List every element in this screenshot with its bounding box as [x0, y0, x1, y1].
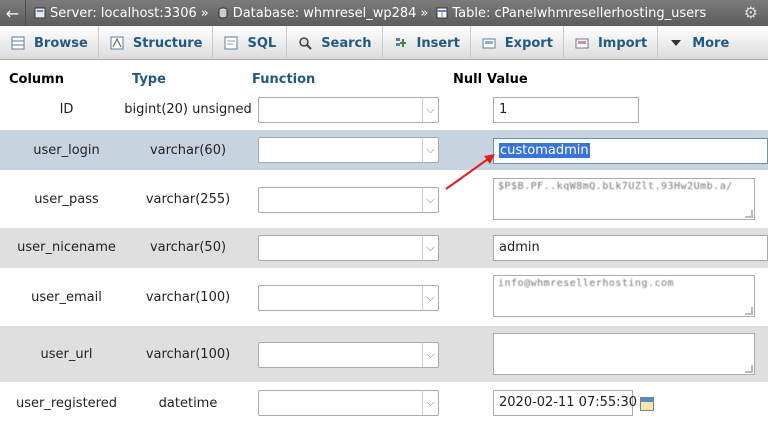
column-name: user_url [40, 347, 93, 362]
column-name: user_nicename [17, 240, 116, 255]
column-name: user_email [31, 290, 102, 305]
breadcrumb: ← Server: localhost:3306 » Database: whm… [0, 0, 768, 26]
value-input[interactable]: 2020-02-11 07:55:30 [493, 390, 637, 416]
column-type: varchar(60) [149, 143, 227, 158]
structure-icon [109, 35, 125, 51]
column-type: varchar(255) [145, 192, 231, 207]
server-icon [34, 7, 46, 19]
function-select[interactable]: ⌵ [258, 137, 439, 163]
function-select[interactable]: ⌵ [258, 235, 439, 261]
function-select[interactable]: ⌵ [258, 390, 439, 416]
tab-browse-label: Browse [34, 35, 88, 51]
function-select[interactable]: ⌵ [258, 97, 439, 123]
sql-icon [223, 35, 239, 51]
table-row: user_registered datetime ⌵ 2020-02-11 07… [0, 382, 768, 425]
header-value: Value [487, 72, 528, 87]
function-select[interactable]: ⌵ [258, 285, 439, 311]
column-type: datetime [158, 396, 218, 411]
textarea-value: $P$B.PF..kqW8mQ.bLk7UZlt.93Hw2Umb.a/ [498, 181, 733, 192]
column-type: varchar(100) [145, 347, 231, 362]
function-select[interactable]: ⌵ [258, 342, 439, 368]
value-input[interactable]: 1 [493, 97, 639, 123]
tab-export-label: Export [504, 35, 553, 51]
chevron-down-icon: ⌵ [422, 188, 438, 212]
tab-more-label: More [692, 35, 730, 51]
textarea-value: info@whmresellerhosting.com [498, 278, 675, 289]
tab-sql[interactable]: SQL [213, 26, 288, 60]
tab-search[interactable]: Search [287, 26, 383, 60]
resize-grip-icon[interactable] [745, 307, 753, 315]
tab-structure[interactable]: Structure [99, 26, 214, 60]
search-icon [297, 35, 313, 51]
value-textarea[interactable]: info@whmresellerhosting.com [493, 275, 755, 317]
breadcrumb-database-label: Database: whmresel_wp284 [232, 5, 417, 21]
breadcrumb-database[interactable]: Database: whmresel_wp284 » [209, 5, 429, 21]
value-textarea[interactable]: $P$B.PF..kqW8mQ.bLk7UZlt.93Hw2Umb.a/ [493, 178, 755, 220]
tab-export[interactable]: Export [471, 26, 564, 60]
annotation-arrow [445, 154, 495, 190]
column-type: varchar(50) [149, 240, 227, 255]
function-select[interactable]: ⌵ [258, 187, 439, 213]
table-icon [436, 7, 448, 19]
resize-grip-icon[interactable] [745, 210, 753, 218]
breadcrumb-separator: » [420, 5, 429, 21]
back-arrow-icon[interactable]: ← [0, 0, 26, 26]
tab-search-label: Search [321, 35, 372, 51]
chevron-down-icon: ⌵ [422, 236, 438, 260]
column-name: user_registered [16, 396, 117, 411]
selected-text: customadmin [499, 143, 590, 158]
table-row: user_email varchar(100) ⌵ info@whmresell… [0, 268, 768, 326]
column-type: varchar(100) [145, 290, 231, 305]
calendar-icon[interactable] [640, 397, 654, 411]
header-function[interactable]: Function [252, 72, 315, 90]
breadcrumb-table[interactable]: Table: cPanelwhmresellerhosting_users [428, 6, 706, 21]
tab-structure-label: Structure [132, 35, 203, 51]
gear-icon[interactable]: ⚙ [744, 3, 758, 22]
value-textarea[interactable] [493, 333, 755, 375]
header-null: Null [453, 72, 483, 87]
breadcrumb-separator: » [200, 5, 209, 21]
table-row: user_nicename varchar(50) ⌵ admin [0, 228, 768, 268]
table-row: user_pass varchar(255) ⌵ $P$B.PF..kqW8mQ… [0, 170, 768, 228]
tab-browse[interactable]: Browse [0, 26, 99, 60]
chevron-down-icon [668, 35, 684, 51]
breadcrumb-server[interactable]: Server: localhost:3306 » [26, 6, 209, 21]
insert-icon [393, 35, 409, 51]
table-row: ID bigint(20) unsigned ⌵ 1 [0, 90, 768, 130]
chevron-down-icon: ⌵ [422, 98, 438, 122]
tab-import-label: Import [597, 35, 648, 51]
table-row: user_url varchar(100) ⌵ [0, 326, 768, 382]
breadcrumb-table-label: Table: cPanelwhmresellerhosting_users [452, 5, 707, 21]
database-icon [218, 7, 228, 19]
chevron-down-icon: ⌵ [422, 391, 438, 415]
tab-sql-label: SQL [247, 35, 277, 51]
column-name: user_pass [34, 192, 99, 207]
column-name: ID [59, 102, 74, 117]
tab-bar: Browse Structure SQL Search Insert Expor… [0, 26, 768, 60]
browse-icon [10, 35, 26, 51]
breadcrumb-server-label: Server: localhost:3306 [50, 5, 197, 21]
column-type: bigint(20) unsigned [124, 102, 252, 117]
tab-insert-label: Insert [416, 35, 460, 51]
column-name: user_login [33, 143, 100, 158]
resize-grip-icon[interactable] [745, 365, 753, 373]
import-icon [574, 35, 590, 51]
header-column: Column [9, 72, 64, 87]
chevron-down-icon: ⌵ [422, 138, 438, 162]
tab-import[interactable]: Import [564, 26, 659, 60]
chevron-down-icon: ⌵ [422, 286, 438, 310]
tab-more[interactable]: More [658, 26, 739, 60]
table-row: user_login varchar(60) ⌵ customadmin [0, 130, 768, 170]
tab-insert[interactable]: Insert [383, 26, 471, 60]
export-icon [481, 35, 497, 51]
chevron-down-icon: ⌵ [422, 343, 438, 367]
value-input[interactable]: admin [493, 235, 768, 261]
header-type[interactable]: Type [132, 72, 166, 90]
value-input[interactable]: customadmin [493, 138, 768, 164]
